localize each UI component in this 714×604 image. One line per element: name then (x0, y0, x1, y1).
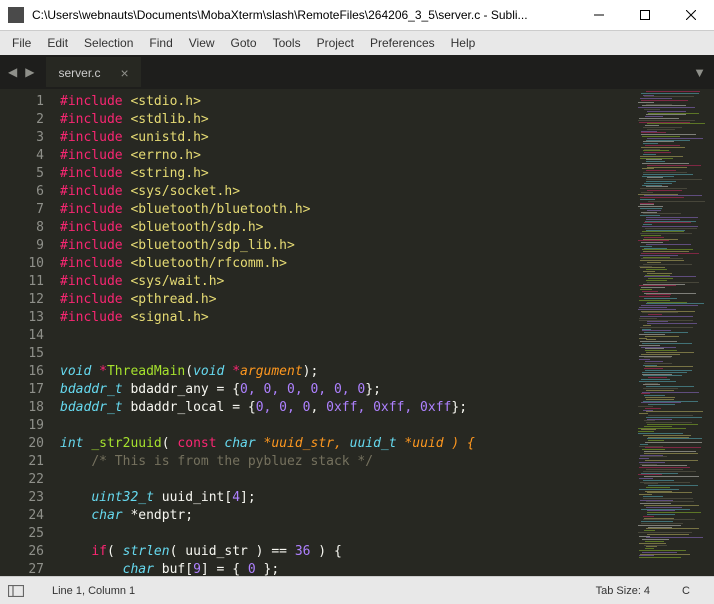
line-number: 15 (0, 345, 44, 363)
tab-prev-icon[interactable]: ◀ (6, 63, 19, 81)
line-number: 4 (0, 147, 44, 165)
code-line (60, 417, 636, 435)
menu-bar: File Edit Selection Find View Goto Tools… (0, 31, 714, 55)
line-number: 24 (0, 507, 44, 525)
tab-label: server.c (58, 66, 100, 80)
code-line: if( strlen( uuid_str ) == 36 ) { (60, 543, 636, 561)
minimap[interactable] (636, 89, 714, 576)
code-line: char buf[9] = { 0 }; (60, 561, 636, 576)
menu-view[interactable]: View (181, 34, 223, 52)
line-number: 5 (0, 165, 44, 183)
menu-tools[interactable]: Tools (265, 34, 309, 52)
line-number: 25 (0, 525, 44, 543)
line-number: 11 (0, 273, 44, 291)
line-number: 23 (0, 489, 44, 507)
code-line: bdaddr_t bdaddr_any = {0, 0, 0, 0, 0, 0}… (60, 381, 636, 399)
code-line: #include <pthread.h> (60, 291, 636, 309)
line-number: 7 (0, 201, 44, 219)
line-number: 27 (0, 561, 44, 579)
minimize-button[interactable] (576, 0, 622, 31)
title-bar: C:\Users\webnauts\Documents\MobaXterm\sl… (0, 0, 714, 31)
code-line: bdaddr_t bdaddr_local = {0, 0, 0, 0xff, … (60, 399, 636, 417)
status-tab-size[interactable]: Tab Size: 4 (580, 585, 666, 597)
code-line: void *ThreadMain(void *argument); (60, 363, 636, 381)
code-line: #include <bluetooth/sdp_lib.h> (60, 237, 636, 255)
code-line: #include <stdlib.h> (60, 111, 636, 129)
menu-preferences[interactable]: Preferences (362, 34, 443, 52)
line-number: 14 (0, 327, 44, 345)
line-number: 8 (0, 219, 44, 237)
code-line (60, 471, 636, 489)
line-number: 20 (0, 435, 44, 453)
line-number: 22 (0, 471, 44, 489)
line-number: 12 (0, 291, 44, 309)
code-line: uint32_t uuid_int[4]; (60, 489, 636, 507)
menu-find[interactable]: Find (141, 34, 180, 52)
tab-nav: ◀ ▶ (0, 63, 42, 81)
code-line: #include <errno.h> (60, 147, 636, 165)
line-number: 21 (0, 453, 44, 471)
line-number: 13 (0, 309, 44, 327)
line-number: 3 (0, 129, 44, 147)
code-line (60, 525, 636, 543)
code-line: #include <bluetooth/rfcomm.h> (60, 255, 636, 273)
code-editor[interactable]: #include <stdio.h>#include <stdlib.h>#in… (56, 89, 636, 576)
code-line: #include <sys/wait.h> (60, 273, 636, 291)
code-line: /* This is from the pybluez stack */ (60, 453, 636, 471)
code-line: #include <string.h> (60, 165, 636, 183)
code-line: #include <bluetooth/sdp.h> (60, 219, 636, 237)
editor-area: 1234567891011121314151617181920212223242… (0, 89, 714, 576)
menu-goto[interactable]: Goto (223, 34, 265, 52)
code-line: char *endptr; (60, 507, 636, 525)
code-line: #include <bluetooth/bluetooth.h> (60, 201, 636, 219)
panel-switcher-icon[interactable] (8, 585, 24, 597)
line-number: 26 (0, 543, 44, 561)
close-button[interactable] (668, 0, 714, 31)
code-line (60, 327, 636, 345)
menu-edit[interactable]: Edit (39, 34, 76, 52)
status-bar: Line 1, Column 1 Tab Size: 4 C (0, 576, 714, 604)
tab-next-icon[interactable]: ▶ (23, 63, 36, 81)
tab-strip: ◀ ▶ server.c × ▼ (0, 55, 714, 89)
maximize-button[interactable] (622, 0, 668, 31)
code-line: #include <signal.h> (60, 309, 636, 327)
code-line: #include <stdio.h> (60, 93, 636, 111)
tab-close-icon[interactable]: × (120, 65, 128, 81)
menu-project[interactable]: Project (309, 34, 362, 52)
line-number: 6 (0, 183, 44, 201)
window-title: C:\Users\webnauts\Documents\MobaXterm\sl… (32, 8, 576, 22)
tab-server-c[interactable]: server.c × (46, 57, 140, 87)
line-number: 19 (0, 417, 44, 435)
code-line: int _str2uuid( const char *uuid_str, uui… (60, 435, 636, 453)
menu-help[interactable]: Help (443, 34, 484, 52)
line-number: 17 (0, 381, 44, 399)
status-cursor-position[interactable]: Line 1, Column 1 (36, 585, 151, 597)
tab-menu-icon[interactable]: ▼ (693, 65, 706, 80)
code-line: #include <unistd.h> (60, 129, 636, 147)
line-number: 9 (0, 237, 44, 255)
code-line (60, 345, 636, 363)
line-number: 10 (0, 255, 44, 273)
line-number: 16 (0, 363, 44, 381)
code-line: #include <sys/socket.h> (60, 183, 636, 201)
line-number: 18 (0, 399, 44, 417)
app-icon (8, 7, 24, 23)
menu-file[interactable]: File (4, 34, 39, 52)
menu-selection[interactable]: Selection (76, 34, 141, 52)
line-gutter[interactable]: 1234567891011121314151617181920212223242… (0, 89, 56, 576)
window-controls (576, 0, 714, 31)
status-syntax[interactable]: C (666, 585, 706, 597)
line-number: 2 (0, 111, 44, 129)
line-number: 1 (0, 93, 44, 111)
